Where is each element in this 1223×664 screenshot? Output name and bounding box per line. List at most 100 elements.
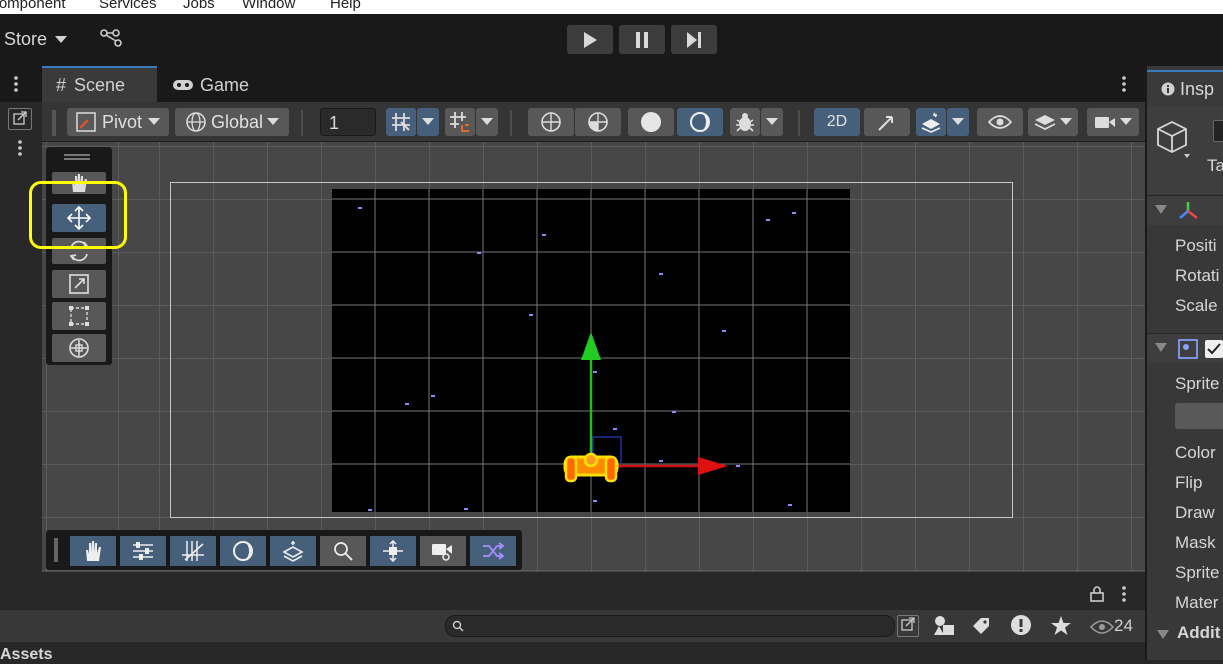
shaded-wireframe-button[interactable] — [575, 108, 621, 136]
grid-hash-icon: # — [56, 74, 67, 95]
tab-game[interactable]: Game — [172, 68, 249, 102]
palette-grip[interactable] — [64, 154, 90, 160]
2d-mode-toggle[interactable]: 2D — [814, 108, 860, 136]
project-search-input[interactable] — [445, 615, 895, 637]
toolbar-grip[interactable] — [52, 110, 56, 136]
orientation-button[interactable] — [370, 536, 416, 566]
debug-draw-mode-button[interactable] — [730, 108, 760, 136]
filter-by-type-icon[interactable] — [933, 615, 955, 637]
rect-tool[interactable] — [52, 302, 106, 330]
pause-button[interactable] — [619, 25, 665, 54]
transform-icon — [69, 338, 89, 358]
effects-toggle[interactable] — [916, 108, 946, 136]
view-tool-button[interactable] — [70, 536, 116, 566]
scene-viewport[interactable] — [42, 142, 1145, 572]
position-label: Positi — [1175, 236, 1217, 255]
sprite-sort-point-label: Sprite — [1175, 563, 1220, 582]
hierarchy-panel-edge — [0, 102, 40, 572]
search-scene-button[interactable] — [320, 536, 366, 566]
shaded-wireframe-icon — [588, 112, 608, 132]
play-button[interactable] — [567, 25, 613, 54]
scale-tool[interactable] — [52, 270, 106, 298]
star-icon[interactable] — [1050, 615, 1072, 637]
increment-snap-button[interactable] — [445, 108, 475, 136]
version-control-icon[interactable] — [100, 28, 124, 55]
effects-dropdown[interactable] — [947, 108, 969, 136]
global-dropdown[interactable]: Global — [175, 108, 289, 136]
orientation-gizmo-icon — [383, 540, 403, 562]
layers-dropdown[interactable] — [1028, 108, 1078, 136]
sprite-field[interactable] — [1175, 403, 1223, 429]
panel-menu-icon[interactable] — [14, 76, 18, 97]
project-menu-icon[interactable] — [1122, 586, 1126, 602]
hand-icon — [86, 541, 101, 561]
grid-snap-icon — [392, 113, 410, 131]
grid-snapping-button[interactable] — [170, 536, 216, 566]
play-icon — [584, 31, 597, 48]
menu-services[interactable]: Services — [99, 0, 157, 12]
menu-component[interactable]: Component — [0, 0, 66, 12]
foldout-arrow-icon — [1155, 343, 1167, 352]
warning-icon[interactable] — [1010, 614, 1032, 636]
shaded-button[interactable] — [628, 108, 674, 136]
step-button[interactable] — [671, 25, 717, 54]
tab-scene[interactable]: # Scene — [42, 66, 157, 102]
wireframe-shading-button[interactable] — [528, 108, 574, 136]
scene-visibility-toggle[interactable] — [977, 108, 1023, 136]
lock-icon[interactable] — [1090, 586, 1104, 602]
component-enabled-checkbox[interactable] — [1205, 340, 1223, 358]
grid-snap-toggle[interactable] — [386, 108, 416, 136]
camera-view-button[interactable] — [420, 536, 466, 566]
light-off-icon — [878, 116, 893, 131]
grid-size-input[interactable]: 1 — [320, 108, 376, 136]
increment-snap-dropdown[interactable] — [476, 108, 498, 136]
hidden-packages-count: 24 — [1114, 616, 1133, 635]
globe-icon — [186, 112, 206, 132]
toolbar-separator — [798, 110, 800, 136]
grid-snap-icon — [182, 541, 204, 561]
layers-icon — [1034, 115, 1056, 130]
tab-inspector[interactable]: Insp — [1147, 70, 1223, 106]
overlay-grip[interactable] — [54, 538, 58, 562]
scene-camera-dropdown[interactable] — [1087, 108, 1139, 136]
transform-tool[interactable] — [52, 334, 106, 362]
search-icon — [452, 620, 464, 632]
scene-panel-menu-icon[interactable] — [1122, 76, 1126, 97]
effects-layers-icon — [921, 112, 941, 133]
unlit-shading-button[interactable] — [677, 108, 723, 136]
grid-line — [1023, 142, 1024, 572]
menu-window[interactable]: Window — [242, 0, 295, 12]
tab-scene-label: Scene — [74, 74, 126, 95]
cube-icon — [1157, 120, 1190, 158]
pivot-icon — [76, 112, 96, 132]
tool-settings-button[interactable] — [120, 536, 166, 566]
move-gizmo[interactable] — [560, 326, 760, 486]
search-by-type-icon[interactable] — [897, 615, 919, 637]
pivot-dropdown[interactable]: Pivot — [67, 108, 169, 136]
shuffle-button[interactable] — [470, 536, 516, 566]
grid-snap-dropdown[interactable] — [417, 108, 439, 136]
main-toolbar: Store — [0, 14, 1223, 66]
eye-icon — [988, 115, 1012, 129]
draw-mode-button[interactable] — [220, 536, 266, 566]
assets-breadcrumb[interactable]: Assets — [0, 646, 52, 664]
debug-draw-dropdown[interactable] — [761, 108, 783, 136]
sprite-renderer-header[interactable] — [1147, 333, 1223, 363]
active-checkbox[interactable] — [1213, 120, 1223, 142]
maximize-icon[interactable] — [8, 108, 32, 130]
hierarchy-menu-icon[interactable] — [18, 140, 22, 161]
transform-header[interactable] — [1147, 195, 1223, 225]
chevron-down-icon — [481, 118, 493, 125]
additional-settings-label: Addit — [1177, 623, 1221, 642]
mask-interaction-label: Mask — [1175, 533, 1216, 552]
lighting-toggle[interactable] — [864, 108, 910, 136]
menu-jobs[interactable]: Jobs — [183, 0, 215, 12]
grid-line — [42, 146, 1145, 147]
label-tag-icon[interactable] — [971, 616, 991, 636]
effects-button[interactable] — [270, 536, 316, 566]
store-dropdown[interactable]: Store — [4, 29, 68, 50]
hidden-packages-eye-icon[interactable] — [1090, 619, 1114, 635]
menu-help[interactable]: Help — [330, 0, 361, 12]
shuffle-icon — [483, 542, 504, 560]
shaded-sphere-icon — [641, 112, 661, 132]
